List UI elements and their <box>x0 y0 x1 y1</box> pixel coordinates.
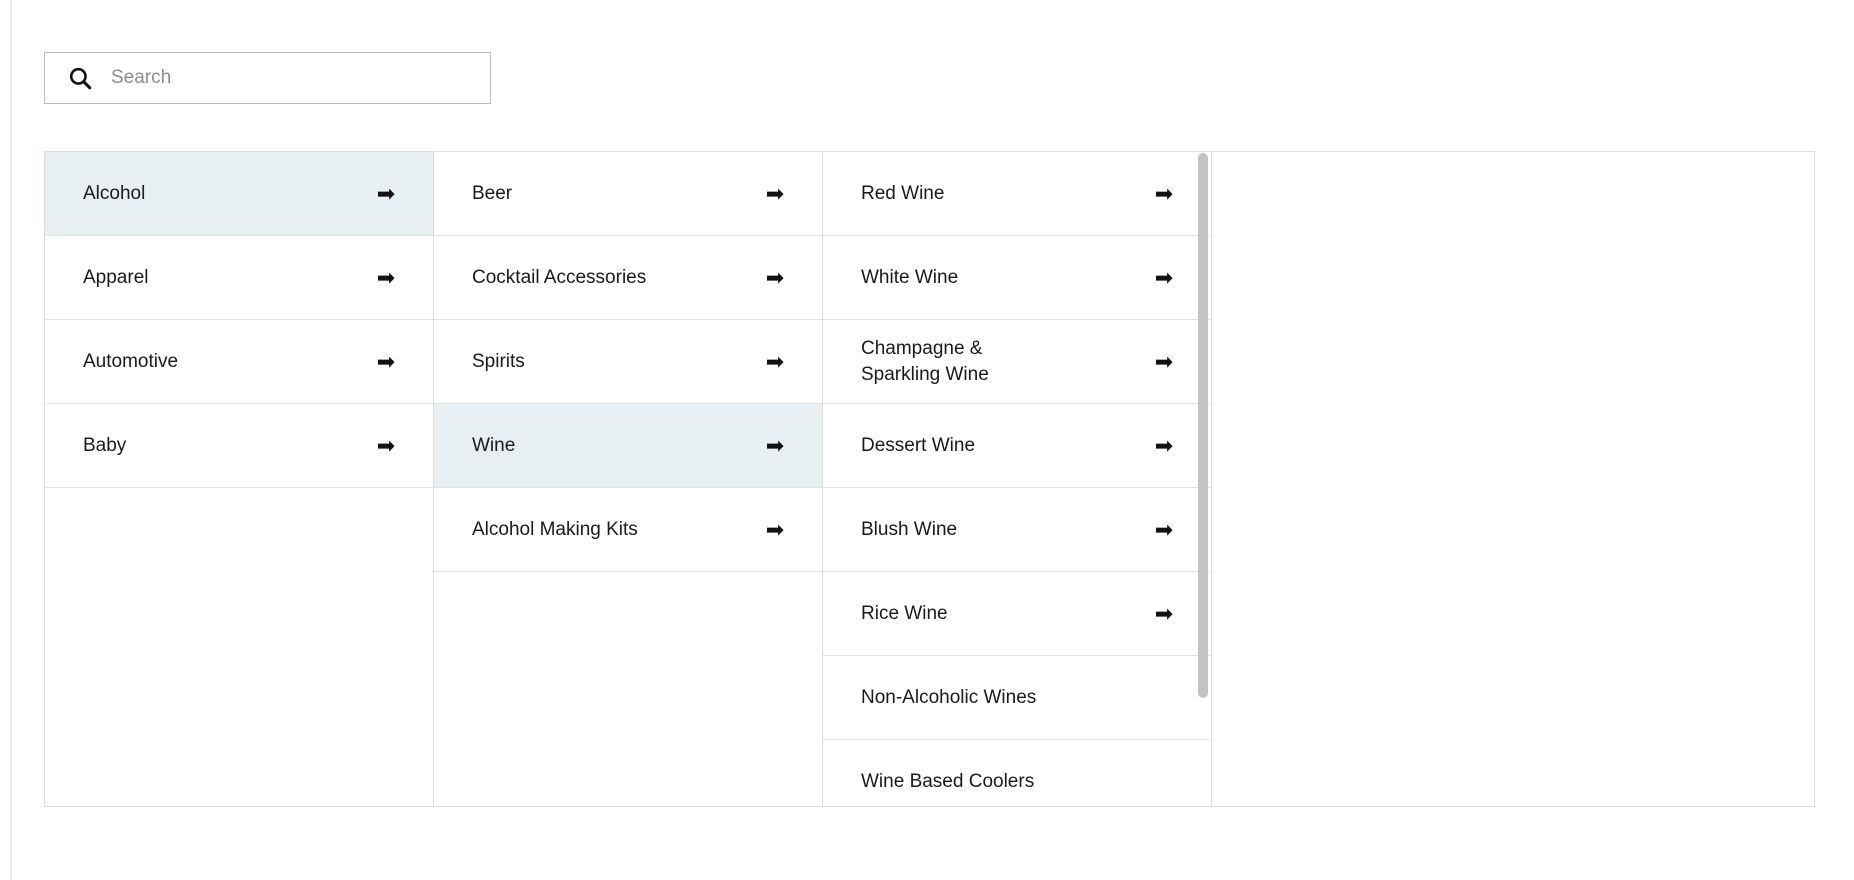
menu-item-label: Spirits <box>472 350 525 372</box>
menu-item-label: Baby <box>83 434 127 456</box>
chevron-right-icon: ➡ <box>1154 348 1174 374</box>
menu-item[interactable]: Champagne & Sparkling Wine ➡ <box>823 320 1211 404</box>
chevron-right-icon: ➡ <box>376 180 396 206</box>
menu-item[interactable]: Apparel ➡ <box>45 236 433 320</box>
category-menu: Alcohol ➡ Apparel ➡ Automotive ➡ Baby ➡ Beer ➡ Co… <box>44 151 1815 807</box>
menu-item-label: Wine Based Coolers <box>861 770 1035 792</box>
menu-item-label: Rice Wine <box>861 602 948 624</box>
menu-item[interactable]: Spirits ➡ <box>434 320 822 404</box>
menu-item-label: Wine <box>472 434 516 456</box>
menu-item-label: Automotive <box>83 350 179 372</box>
page-gutter <box>10 0 12 880</box>
menu-item[interactable]: Dessert Wine ➡ <box>823 404 1211 488</box>
menu-item-label: Cocktail Accessories <box>472 266 647 288</box>
menu-item[interactable]: Alcohol Making Kits ➡ <box>434 488 822 572</box>
chevron-right-icon: ➡ <box>1154 516 1174 542</box>
menu-item-label: White Wine <box>861 266 959 288</box>
menu-column-alcohol-subcategories: Beer ➡ Cocktail Accessories ➡ Spirits ➡ Wine ➡ A… <box>434 152 823 806</box>
menu-item-label: Alcohol <box>83 182 146 204</box>
category-list: Alcohol ➡ Apparel ➡ Automotive ➡ Baby ➡ <box>45 152 433 488</box>
wine-subcategory-scroll-viewport: Red Wine ➡ White Wine ➡ Champagne & Sparklin… <box>823 152 1211 806</box>
menu-item[interactable]: Wine ➡ <box>434 404 822 488</box>
chevron-right-icon: ➡ <box>1154 432 1174 458</box>
menu-item[interactable]: Red Wine ➡ <box>823 152 1211 236</box>
menu-item[interactable]: Beer ➡ <box>434 152 822 236</box>
menu-item[interactable]: Blush Wine ➡ <box>823 488 1211 572</box>
menu-item-label: Apparel <box>83 266 149 288</box>
menu-item[interactable]: Baby ➡ <box>45 404 433 488</box>
menu-item-label: Non-Alcoholic Wines <box>861 686 1037 708</box>
menu-item[interactable]: Alcohol ➡ <box>45 152 433 236</box>
alcohol-subcategory-list: Beer ➡ Cocktail Accessories ➡ Spirits ➡ Wine ➡ A… <box>434 152 822 572</box>
chevron-right-icon: ➡ <box>765 516 785 542</box>
menu-item[interactable]: Cocktail Accessories ➡ <box>434 236 822 320</box>
search-input[interactable] <box>111 53 476 103</box>
search-box[interactable] <box>44 52 491 104</box>
search-icon <box>69 67 92 90</box>
menu-item[interactable]: White Wine ➡ <box>823 236 1211 320</box>
menu-item[interactable]: Wine Based Coolers➡ <box>823 740 1211 806</box>
menu-item-label: Blush Wine <box>861 518 958 540</box>
menu-item[interactable]: Rice Wine ➡ <box>823 572 1211 656</box>
menu-item[interactable]: Non-Alcoholic Wines➡ <box>823 656 1211 740</box>
page-root: Alcohol➡Apparel➡Automotive➡Baby➡ Beer➡Co… <box>0 0 1854 880</box>
chevron-right-icon: ➡ <box>376 348 396 374</box>
menu-column-categories: Alcohol ➡ Apparel ➡ Automotive ➡ Baby ➡ <box>45 152 434 806</box>
menu-item[interactable]: Automotive ➡ <box>45 320 433 404</box>
chevron-right-icon: ➡ <box>376 432 396 458</box>
menu-columns: Alcohol ➡ Apparel ➡ Automotive ➡ Baby ➡ Beer ➡ Co… <box>45 152 1814 806</box>
wine-subcategory-scrollbar[interactable] <box>1197 152 1209 806</box>
menu-column-wine-subcategories: Red Wine ➡ White Wine ➡ Champagne & Sparklin… <box>823 152 1212 806</box>
chevron-right-icon: ➡ <box>765 264 785 290</box>
menu-item-label: Red Wine <box>861 182 945 204</box>
chevron-right-icon: ➡ <box>1154 600 1174 626</box>
chevron-right-icon: ➡ <box>765 180 785 206</box>
scrollbar-thumb[interactable] <box>1198 153 1208 698</box>
menu-column-empty-panel <box>1212 152 1814 806</box>
chevron-right-icon: ➡ <box>765 432 785 458</box>
chevron-right-icon: ➡ <box>1154 264 1174 290</box>
chevron-right-icon: ➡ <box>376 264 396 290</box>
menu-item-label: Dessert Wine <box>861 434 976 456</box>
chevron-right-icon: ➡ <box>1154 180 1174 206</box>
menu-item-label: Alcohol Making Kits <box>472 518 638 540</box>
wine-subcategory-list: Red Wine ➡ White Wine ➡ Champagne & Sparklin… <box>823 152 1211 806</box>
chevron-right-icon: ➡ <box>765 348 785 374</box>
menu-item-label: Champagne & Sparkling Wine <box>861 337 989 385</box>
menu-item-label: Beer <box>472 182 513 204</box>
